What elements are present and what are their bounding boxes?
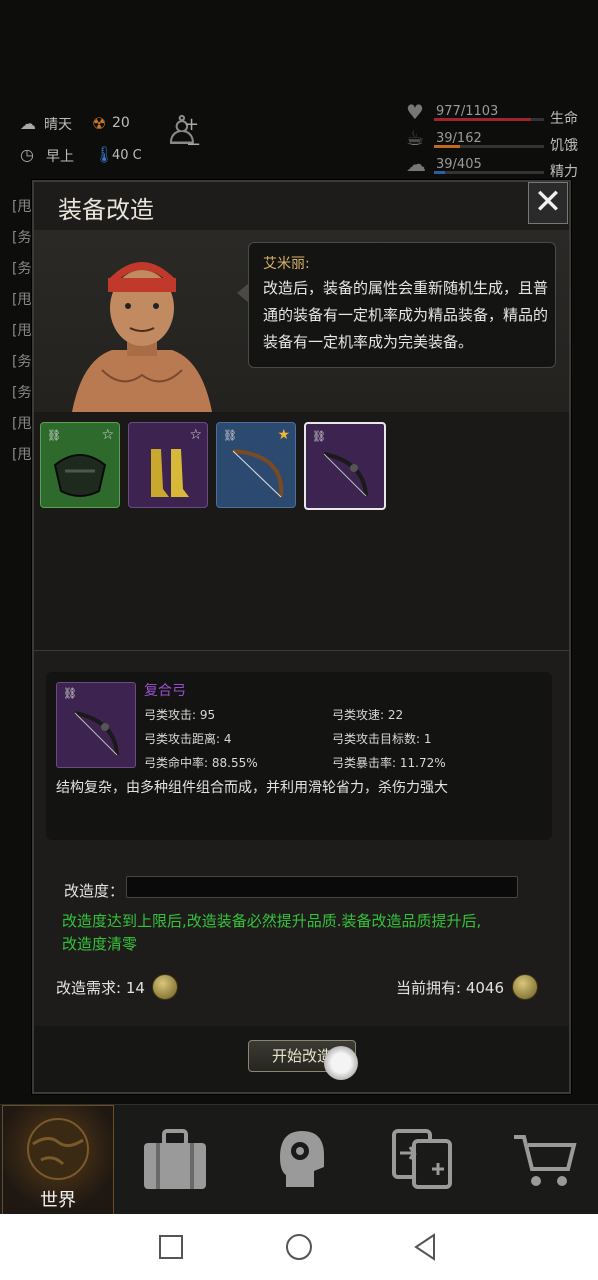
stomach-icon: ☕ xyxy=(406,126,424,150)
life-value: 977/1103 xyxy=(436,104,499,119)
hunger-label: 饥饿 xyxy=(550,138,578,154)
bow-icon xyxy=(232,449,284,498)
item-stat: 弓类攻击: 95 xyxy=(144,708,216,722)
home-icon[interactable] xyxy=(285,1233,313,1261)
energy-value: 39/405 xyxy=(436,157,482,172)
close-button[interactable]: ✕ xyxy=(528,182,568,224)
nav-world[interactable]: 世界 xyxy=(2,1105,114,1217)
speech-tail xyxy=(237,283,249,303)
heart-icon: ♥ xyxy=(406,100,424,124)
energy-bar xyxy=(434,171,544,174)
speech-bubble: 艾米丽: 改造后，装备的属性会重新随机生成，且普通的装备有一定机率成为精品装备，… xyxy=(237,242,556,368)
nav-exchange[interactable] xyxy=(368,1105,478,1215)
exchange-icon xyxy=(392,1129,452,1189)
hunger-value: 39/162 xyxy=(436,131,482,146)
item-stat: 弓类暴击率: 11.72% xyxy=(332,756,446,770)
item-name: 复合弓 xyxy=(144,683,186,699)
suitcase-icon xyxy=(144,1129,206,1189)
clock-icon: ◷ xyxy=(20,145,34,164)
log-line: [甩 xyxy=(12,416,32,432)
log-line: [甩 xyxy=(12,292,32,308)
upgrade-notice: 改造度达到上限后,改造装备必然提升品质.装备改造品质提升后,改造度清零 xyxy=(62,912,482,953)
nav-inventory[interactable] xyxy=(120,1105,230,1215)
star-icon: ★ xyxy=(277,427,290,443)
item-stat: 弓类攻速: 22 xyxy=(332,708,404,722)
boots-icon xyxy=(151,449,189,497)
npc-area: 艾米丽: 改造后，装备的属性会重新随机生成，且普通的装备有一定机率成为精品装备，… xyxy=(34,230,569,413)
item-info-panel: ⛓ 复合弓 弓类攻击: 95 弓类攻速: 22 弓类攻击距离: 4 弓类攻击目标… xyxy=(46,672,552,840)
speech-text: 改造后，装备的属性会重新随机生成，且普通的装备有一定机率成为精品装备，精品的装备… xyxy=(263,279,549,351)
log-line: [务 xyxy=(12,354,32,370)
energy-label: 精力 xyxy=(550,164,578,180)
npc-portrait xyxy=(72,262,212,412)
equipment-slot[interactable]: ⛓ xyxy=(304,422,386,510)
hunger-bar xyxy=(434,145,544,148)
weather-text: 晴天 xyxy=(44,117,72,133)
item-stat: 弓类攻击目标数: 1 xyxy=(332,732,432,746)
equipment-slot[interactable]: ⛓ ☆ xyxy=(40,422,120,508)
upgrade-progress-bar xyxy=(126,876,518,898)
equipment-grid: ⛓ ☆ ☆ ⛓ ★ ⛓ xyxy=(34,412,569,650)
item-thumbnail: ⛓ xyxy=(56,682,136,768)
compound-bow-icon xyxy=(323,452,368,497)
nav-world-label: 世界 xyxy=(40,1190,76,1211)
background-log: [甩 [务 [务 [甩 [甩 [务 [务 [甩 [甩 xyxy=(12,196,31,475)
star-icon: ☆ xyxy=(189,427,202,443)
dialog-title: 装备改造 xyxy=(58,196,154,224)
add-icon[interactable]: + xyxy=(184,114,199,135)
compound-bow-icon xyxy=(74,711,119,756)
head-gear-icon xyxy=(280,1131,324,1187)
radiation-icon: ☢ xyxy=(92,114,107,133)
speaker-name: 艾米丽: xyxy=(263,256,310,272)
radiation-value: 20 xyxy=(112,115,130,131)
minus-icon[interactable]: − xyxy=(186,134,201,155)
recents-icon[interactable] xyxy=(158,1234,184,1260)
globe-icon xyxy=(27,1118,89,1180)
equipment-slot[interactable]: ⛓ ★ xyxy=(216,422,296,508)
log-line: [甩 xyxy=(12,199,32,215)
touch-indicator xyxy=(324,1046,358,1080)
section-divider xyxy=(34,650,569,651)
equipment-slot[interactable]: ☆ xyxy=(128,422,208,508)
cart-icon xyxy=(514,1135,577,1186)
link-icon: ⛓ xyxy=(223,429,237,442)
life-label: 生命 xyxy=(550,111,578,127)
nav-shop[interactable] xyxy=(488,1105,598,1215)
coins-owned: 当前拥有: 4046 xyxy=(396,979,504,997)
item-stat: 弓类攻击距离: 4 xyxy=(144,732,232,746)
equipment-upgrade-dialog: 装备改造 ✕ 艾米丽: 改造后，装备的属性会重新随机生成，且普通的装备有一定机率… xyxy=(32,180,571,1094)
weather-icon: ☁ xyxy=(20,114,36,133)
item-description: 结构复杂，由多种组件组合而成，并利用滑轮省力，杀伤力强大 xyxy=(56,780,448,796)
brain-icon: ☁ xyxy=(406,152,426,176)
item-stat: 弓类命中率: 88.55% xyxy=(144,756,258,770)
status-hud: ☁ 晴天 ☢ 20 ◷ 早上 🌡 40 C ♙ + − ♥ 977/1103 生… xyxy=(0,100,598,180)
time-of-day: 早上 xyxy=(46,149,74,165)
bottom-nav: 世界 xyxy=(0,1104,598,1217)
link-icon: ⛓ xyxy=(312,430,326,443)
system-nav-bar xyxy=(0,1214,598,1280)
helmet-icon xyxy=(53,454,107,497)
life-bar xyxy=(434,118,544,121)
nav-skills[interactable] xyxy=(244,1105,354,1215)
link-icon: ⛓ xyxy=(47,429,61,442)
temperature-value: 40 C xyxy=(112,148,142,163)
upgrade-requirement: 改造需求: 14 xyxy=(56,979,145,997)
upgrade-progress-label: 改造度： xyxy=(64,882,125,900)
coin-icon xyxy=(152,974,178,1000)
star-icon: ☆ xyxy=(101,427,114,443)
log-line: [务 xyxy=(12,261,32,277)
log-line: [务 xyxy=(12,230,32,246)
log-line: [务 xyxy=(12,385,32,401)
link-icon: ⛓ xyxy=(63,687,77,700)
log-line: [甩 xyxy=(12,447,32,463)
log-line: [甩 xyxy=(12,323,32,339)
back-icon[interactable] xyxy=(412,1233,438,1261)
coin-icon xyxy=(512,974,538,1000)
